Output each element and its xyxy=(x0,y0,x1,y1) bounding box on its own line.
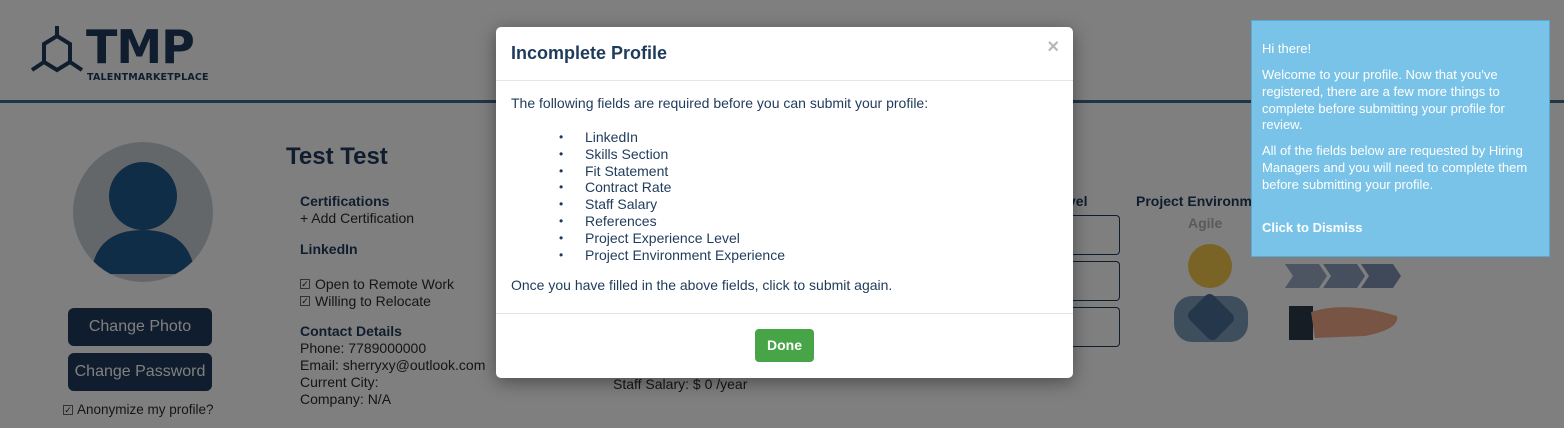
modal-outro: Once you have filled in the above fields… xyxy=(511,277,893,293)
tooltip-paragraph: All of the fields below are requested by… xyxy=(1262,143,1528,192)
list-item: Skills Section xyxy=(559,146,785,163)
close-icon[interactable]: × xyxy=(1047,37,1059,57)
required-fields-list: LinkedIn Skills Section Fit Statement Co… xyxy=(559,129,785,263)
list-item: References xyxy=(559,213,785,230)
incomplete-profile-modal: Incomplete Profile × The following field… xyxy=(496,27,1073,378)
list-item: Fit Statement xyxy=(559,163,785,180)
dismiss-link[interactable]: Click to Dismiss xyxy=(1262,220,1542,237)
done-button[interactable]: Done xyxy=(755,329,814,362)
tooltip-paragraph: Welcome to your profile. Now that you've… xyxy=(1262,67,1505,133)
list-item: Project Environment Experience xyxy=(559,247,785,264)
list-item: Project Experience Level xyxy=(559,230,785,247)
list-item: Staff Salary xyxy=(559,196,785,213)
modal-intro: The following fields are required before… xyxy=(511,95,929,111)
modal-title: Incomplete Profile xyxy=(511,43,668,63)
welcome-tooltip: Hi there! Welcome to your profile. Now t… xyxy=(1251,20,1550,257)
list-item: Contract Rate xyxy=(559,179,785,196)
modal-body: The following fields are required before… xyxy=(496,81,1073,314)
list-item: LinkedIn xyxy=(559,129,785,146)
tooltip-greeting: Hi there! xyxy=(1262,41,1312,56)
modal-header: Incomplete Profile × xyxy=(496,27,1073,81)
